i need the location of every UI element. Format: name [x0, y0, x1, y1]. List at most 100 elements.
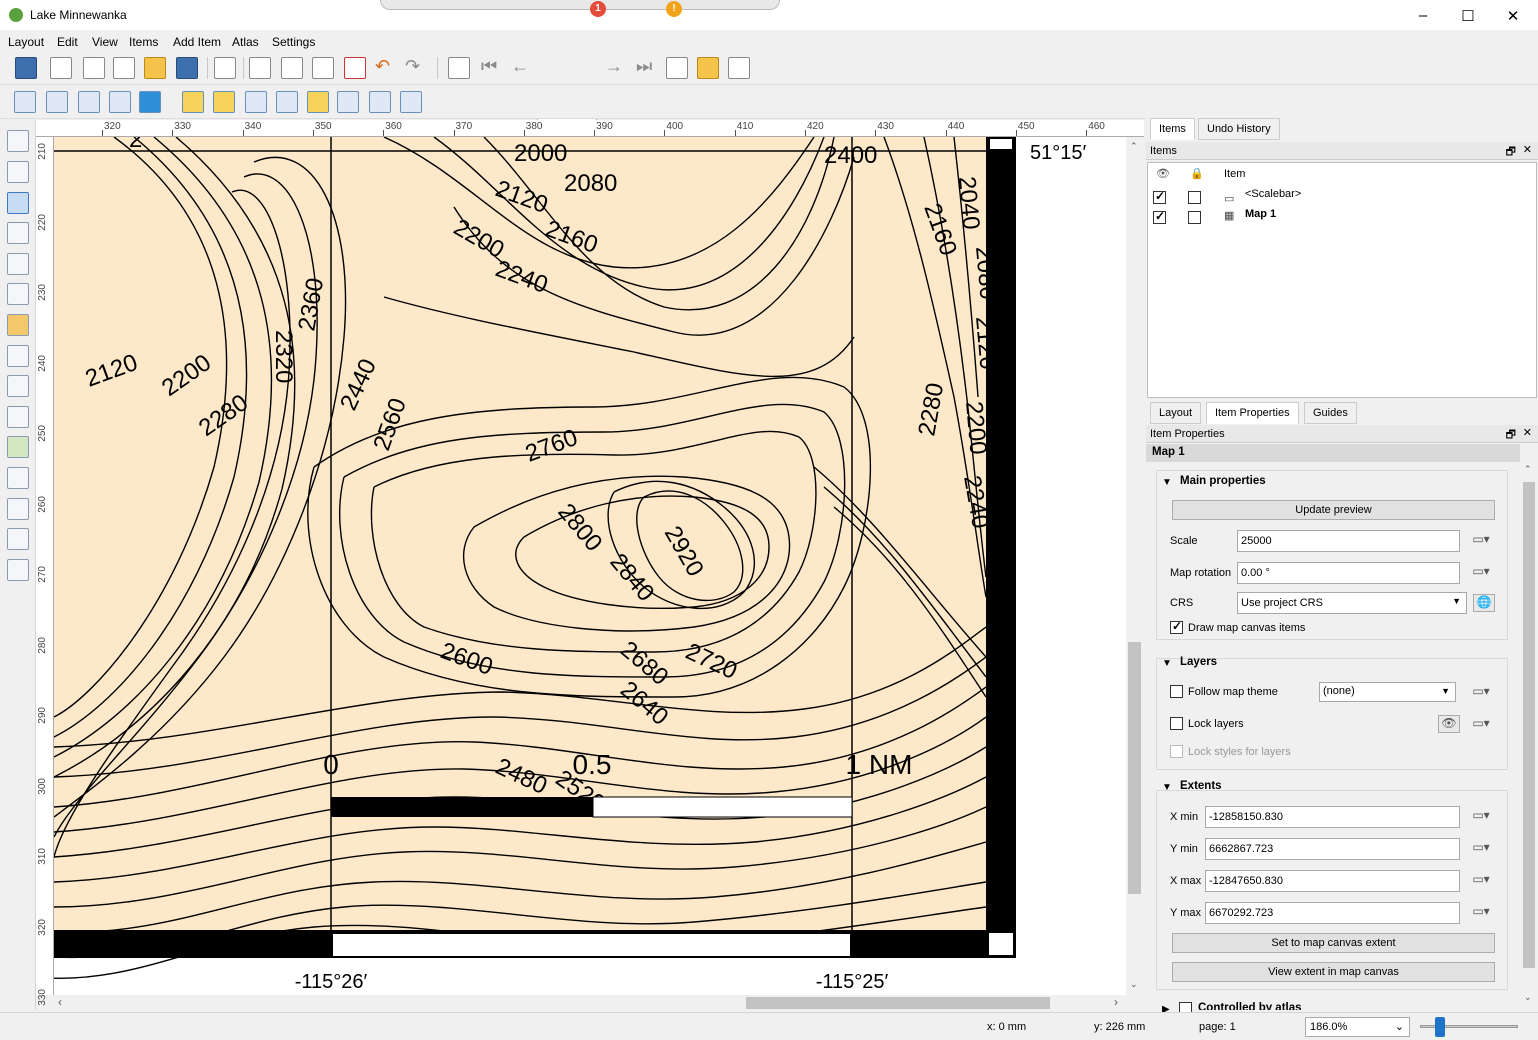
group-items-icon[interactable]	[245, 91, 267, 113]
rotation-spinbox[interactable]: 0.00 °	[1237, 562, 1460, 584]
align-left-icon[interactable]	[337, 91, 359, 113]
xmax-input[interactable]: -12847650.830	[1205, 870, 1460, 892]
redo-icon[interactable]: ↷	[405, 56, 420, 77]
refresh-icon[interactable]	[139, 91, 161, 113]
xmin-input[interactable]: -12858150.830	[1205, 806, 1460, 828]
print-icon[interactable]	[249, 57, 271, 79]
horizontal-scrollbar[interactable]: ‹ ›	[54, 995, 1126, 1011]
view-extent-button[interactable]: View extent in map canvas	[1172, 962, 1495, 982]
pan-icon[interactable]	[7, 130, 29, 152]
data-defined-override-icon[interactable]: ▭▾	[1470, 840, 1492, 858]
horizontal-scroll-thumb[interactable]	[746, 997, 1050, 1009]
minimize-button[interactable]: –	[1413, 7, 1433, 24]
add-html-icon[interactable]	[7, 528, 29, 550]
zoom-actual-icon[interactable]	[78, 91, 100, 113]
scroll-up-icon[interactable]: ⌃	[1130, 141, 1138, 152]
notification-badge[interactable]: 1	[590, 1, 606, 17]
select-tool-icon[interactable]	[7, 192, 29, 214]
menu-items[interactable]: Items	[129, 35, 158, 49]
set-canvas-extent-button[interactable]: Set to map canvas extent	[1172, 933, 1495, 953]
previous-feature-icon[interactable]: ←	[511, 56, 529, 77]
edit-nodes-icon[interactable]	[7, 253, 29, 275]
menu-settings[interactable]: Settings	[272, 35, 315, 49]
ymax-input[interactable]: 6670292.723	[1205, 902, 1460, 924]
add-arrow-icon[interactable]	[7, 467, 29, 489]
theme-select[interactable]: (none) ▼	[1319, 682, 1456, 702]
menu-view[interactable]: View	[92, 35, 118, 49]
crs-selector-icon[interactable]: 🌐	[1473, 594, 1495, 612]
add-label-icon[interactable]	[7, 345, 29, 367]
resize-icon[interactable]	[400, 91, 422, 113]
lock-checkbox-map1[interactable]	[1188, 211, 1201, 224]
scroll-right-icon[interactable]: ›	[1114, 995, 1118, 1009]
draw-canvas-items-checkbox[interactable]	[1170, 619, 1183, 634]
lock-styles-checkbox[interactable]	[1170, 745, 1183, 758]
scroll-down-icon[interactable]: ⌄	[1524, 992, 1532, 1003]
atlas-preview-icon[interactable]	[448, 57, 470, 79]
add-scalebar-icon[interactable]	[7, 406, 29, 428]
collapse-triangle-icon[interactable]: ▼	[1162, 658, 1172, 669]
tab-item-properties[interactable]: Item Properties	[1206, 402, 1299, 424]
scroll-left-icon[interactable]: ‹	[58, 995, 62, 1009]
menu-layout[interactable]: Layout	[8, 35, 44, 49]
zoom-in-icon[interactable]	[14, 91, 36, 113]
print-atlas-icon[interactable]	[666, 57, 688, 79]
visibility-checkbox-map1[interactable]	[1153, 209, 1166, 224]
warning-badge[interactable]: !	[666, 1, 682, 17]
data-defined-override-icon[interactable]: ▭▾	[1470, 808, 1492, 826]
zoom-full-icon[interactable]	[109, 91, 131, 113]
lock-items-icon[interactable]	[182, 91, 204, 113]
export-image-icon[interactable]	[281, 57, 303, 79]
zoom-tool-icon[interactable]	[7, 161, 29, 183]
raise-items-icon[interactable]	[307, 91, 329, 113]
lock-layers-checkbox[interactable]	[1170, 717, 1183, 730]
properties-scrollbar[interactable]: ⌃ ⌄	[1520, 462, 1538, 1010]
scale-input[interactable]: 25000	[1237, 530, 1460, 552]
data-defined-override-icon[interactable]: ▭▾	[1470, 684, 1492, 702]
duplicate-layout-icon[interactable]	[83, 57, 105, 79]
add-table-icon[interactable]	[7, 559, 29, 581]
zoom-slider-thumb[interactable]	[1435, 1017, 1445, 1037]
open-template-icon[interactable]	[144, 57, 166, 79]
menu-atlas[interactable]: Atlas	[232, 35, 259, 49]
ungroup-items-icon[interactable]	[276, 91, 298, 113]
lock-checkbox-scalebar[interactable]	[1188, 191, 1201, 204]
data-defined-override-icon[interactable]: ▭▾	[1470, 904, 1492, 922]
add-node-item-icon[interactable]	[7, 498, 29, 520]
tab-guides[interactable]: Guides	[1304, 402, 1357, 424]
move-content-icon[interactable]	[7, 222, 29, 244]
tab-layout[interactable]: Layout	[1150, 402, 1202, 424]
collapse-triangle-icon[interactable]: ▼	[1162, 477, 1172, 488]
add-map-icon[interactable]	[7, 314, 29, 336]
add-page-icon[interactable]	[7, 283, 29, 305]
export-pdf-icon[interactable]	[344, 57, 366, 79]
tab-items[interactable]: Items	[1150, 118, 1195, 140]
first-feature-icon[interactable]: ⏮	[481, 56, 497, 77]
properties-scroll-thumb[interactable]	[1523, 482, 1535, 968]
visibility-checkbox-scalebar[interactable]	[1153, 189, 1166, 204]
scroll-down-icon[interactable]: ⌄	[1130, 979, 1138, 990]
last-feature-icon[interactable]: ⏭	[636, 56, 652, 77]
vertical-scroll-thumb[interactable]	[1128, 642, 1141, 894]
atlas-settings-icon[interactable]	[728, 57, 750, 79]
data-defined-override-icon[interactable]: ▭▾	[1470, 872, 1492, 890]
distribute-icon[interactable]	[369, 91, 391, 113]
crs-select[interactable]: Use project CRS ▼	[1237, 592, 1467, 614]
data-defined-override-icon[interactable]: ▭▾	[1470, 564, 1492, 582]
save-icon[interactable]	[15, 57, 37, 79]
float-icon[interactable]: 🗗	[1506, 143, 1516, 162]
map-item[interactable]: 2000208021202160220022402400216020402080…	[54, 137, 1126, 995]
menu-add-item[interactable]: Add Item	[173, 35, 221, 49]
item-name-map1[interactable]: Map 1	[1245, 208, 1276, 220]
zoom-combo[interactable]: 186.0% ⌄	[1305, 1017, 1410, 1037]
layout-manager-icon[interactable]	[113, 57, 135, 79]
next-feature-icon[interactable]: →	[605, 56, 623, 77]
data-defined-override-icon[interactable]: ▭▾	[1470, 716, 1492, 734]
vertical-scrollbar[interactable]: ⌃ ⌄	[1126, 137, 1144, 995]
tab-grip[interactable]	[380, 0, 780, 10]
unlock-items-icon[interactable]	[213, 91, 235, 113]
undo-icon[interactable]: ↶	[375, 56, 390, 77]
layout-canvas[interactable]: 2000 2080 2120 2160 2200 2240 2400 2160 2040 2080…	[54, 137, 1126, 995]
add-shape-icon[interactable]	[7, 436, 29, 458]
new-page-icon[interactable]	[214, 57, 236, 79]
